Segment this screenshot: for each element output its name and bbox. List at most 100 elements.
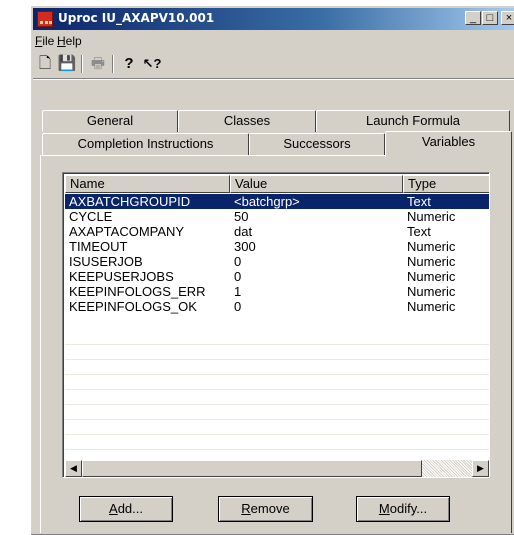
app-icon[interactable] [37,11,53,27]
row-name-cell: CYCLE [69,209,113,224]
variables-list[interactable]: Name Value Type AXBATCHGROUPID <batchgrp… [62,172,490,478]
empty-row-line [65,434,489,435]
scroll-right-button[interactable]: ▶ [472,460,489,477]
new-document-icon: 🗋 [38,55,52,72]
context-help-icon: ↖? [142,56,162,71]
toolbar: 🗋 💾 🖶 ? ↖? [33,52,514,76]
minimize-icon: _ [469,12,477,24]
help-button[interactable]: ? [119,54,139,74]
row-type-cell: Numeric [407,254,456,269]
empty-row-line [65,449,489,450]
row-type-cell: Numeric [407,239,456,254]
add-button[interactable]: Add... [79,496,173,522]
empty-row-line [65,344,489,345]
scrollbar-track[interactable] [422,460,472,477]
table-row[interactable]: ISUSERJOB 0 Numeric [65,254,489,269]
context-help-button[interactable]: ↖? [142,54,162,74]
menu-help-label: elp [65,34,82,48]
empty-row-line [65,374,489,375]
tab-completion-instructions-label: Completion Instructions [77,136,214,151]
row-value-cell: 0 [234,299,242,314]
modify-button-accel: M [378,501,390,516]
modify-button[interactable]: Modify... [356,496,450,522]
toolbar-separator [81,55,83,73]
row-value-cell: <batchgrp> [234,194,300,209]
scroll-left-icon: ◀ [70,463,77,473]
column-header-type-label: Type [408,176,437,191]
row-value-cell: 0 [234,269,242,284]
table-row[interactable]: KEEPUSERJOBS 0 Numeric [65,269,489,284]
modify-button-label: odify... [389,501,428,516]
row-name-cell: ISUSERJOB [69,254,143,269]
row-value-cell: 1 [234,284,242,299]
row-name-cell: AXBATCHGROUPID [69,194,191,209]
tab-classes[interactable]: Classes [178,110,316,132]
help-icon: ? [124,55,134,72]
column-header-name-label: Name [70,176,105,191]
save-button[interactable]: 💾 [57,54,77,74]
row-type-cell: Text [407,224,431,239]
row-type-cell: Numeric [407,269,456,284]
row-value-cell: 50 [234,209,249,224]
tab-launch-formula[interactable]: Launch Formula [316,110,510,132]
menu-help-accel: H [57,34,66,48]
menu-bar: File Help [33,32,514,50]
table-row[interactable]: CYCLE 50 Numeric [65,209,489,224]
toolbar-divider [33,78,514,80]
minimize-button[interactable]: _ [465,11,481,25]
row-type-cell: Text [407,194,431,209]
maximize-button[interactable]: □ [482,11,498,25]
tab-variables[interactable]: Variables [385,131,512,157]
row-value-cell: 300 [234,239,256,254]
table-row[interactable]: KEEPINFOLOGS_OK 0 Numeric [65,299,489,314]
tab-launch-formula-label: Launch Formula [366,113,460,128]
add-button-label: dd... [117,501,143,516]
new-document-button[interactable]: 🗋 [35,54,55,74]
row-value-cell: dat [234,224,253,239]
toolbar-separator [112,55,114,73]
empty-row-line [65,389,489,390]
row-name-cell: TIMEOUT [69,239,128,254]
scroll-right-icon: ▶ [477,463,484,473]
tab-variables-label: Variables [421,134,476,149]
print-icon: 🖶 [90,55,106,72]
remove-button[interactable]: Remove [218,496,313,522]
tab-successors[interactable]: Successors [249,133,385,155]
scroll-left-button[interactable]: ◀ [65,460,82,477]
row-name-cell: KEEPUSERJOBS [69,269,174,284]
row-name-cell: KEEPINFOLOGS_OK [69,299,197,314]
horizontal-scrollbar[interactable]: ◀ ▶ [65,460,489,477]
column-header-type[interactable]: Type [403,175,489,193]
print-button[interactable]: 🖶 [88,54,108,74]
save-icon: 💾 [57,55,77,72]
tab-general-label: General [86,113,134,128]
empty-row-line [65,359,489,360]
tab-completion-instructions[interactable]: Completion Instructions [42,133,249,155]
row-value-cell: 0 [234,254,242,269]
column-header-value[interactable]: Value [230,175,403,193]
remove-button-accel: R [241,501,251,516]
table-row[interactable]: AXAPTACOMPANY dat Text [65,224,489,239]
menu-file[interactable]: File [35,34,54,48]
list-header: Name Value Type [65,175,489,193]
table-row[interactable]: KEEPINFOLOGS_ERR 1 Numeric [65,284,489,299]
empty-row-line [65,419,489,420]
menu-file-label: ile [42,34,55,48]
remove-button-label: emove [250,501,290,516]
column-header-name[interactable]: Name [65,175,230,193]
table-row[interactable]: AXBATCHGROUPID <batchgrp> Text [65,194,489,209]
row-type-cell: Numeric [407,209,456,224]
scrollbar-thumb[interactable] [82,460,422,477]
row-type-cell: Numeric [407,284,456,299]
close-button[interactable]: × [501,11,514,25]
column-header-value-label: Value [235,176,268,191]
tab-successors-label: Successors [283,136,351,151]
table-row[interactable]: TIMEOUT 300 Numeric [65,239,489,254]
title-bar[interactable]: Uproc IU_AXAPV10.001 _ □ × [33,8,514,30]
menu-help[interactable]: Help [57,34,82,48]
maximize-icon: □ [486,12,494,24]
row-type-cell: Numeric [407,299,456,314]
tab-general[interactable]: General [42,110,178,132]
close-icon: × [505,12,513,24]
row-name-cell: AXAPTACOMPANY [69,224,185,239]
